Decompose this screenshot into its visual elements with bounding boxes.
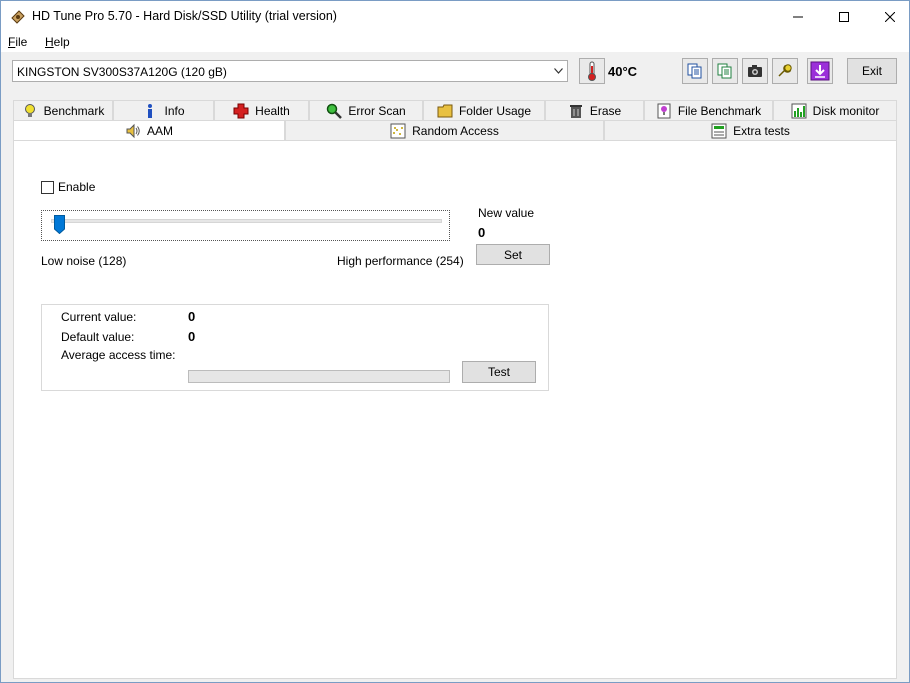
aam-info-box: Current value: 0 Default value: 0 Averag…	[41, 304, 549, 391]
extra-tests-icon	[711, 123, 727, 138]
file-benchmark-icon	[657, 103, 671, 118]
magnifier-icon	[327, 103, 343, 119]
tab-disk-monitor[interactable]: Disk monitor	[773, 100, 897, 120]
enable-checkbox-row[interactable]: Enable	[41, 180, 95, 194]
tab-folder-usage[interactable]: Folder Usage	[423, 100, 545, 120]
set-button[interactable]: Set	[476, 244, 550, 265]
tab-random-access[interactable]: Random Access	[285, 120, 604, 140]
menu-help[interactable]: Help	[45, 35, 70, 49]
aam-slider-body	[44, 213, 447, 238]
download-arrow-icon	[810, 61, 830, 81]
health-cross-icon	[233, 103, 249, 118]
tab-error-scan[interactable]: Error Scan	[309, 100, 423, 120]
copy-info-button[interactable]	[712, 58, 738, 84]
exit-button[interactable]: Exit	[847, 58, 897, 84]
menu-file[interactable]: File	[8, 35, 27, 49]
bulb-icon	[24, 103, 35, 117]
default-value-label: Default value:	[61, 330, 135, 344]
title-bar[interactable]: HD Tune Pro 5.70 - Hard Disk/SSD Utility…	[1, 1, 909, 32]
app-window: HD Tune Pro 5.70 - Hard Disk/SSD Utility…	[0, 0, 910, 683]
current-value-label: Current value:	[61, 310, 137, 324]
aam-slider-track	[51, 219, 442, 223]
trash-icon	[569, 104, 582, 118]
maximize-icon	[839, 11, 849, 22]
window-title: HD Tune Pro 5.70 - Hard Disk/SSD Utility…	[32, 9, 337, 23]
toolbar: KINGSTON SV300S37A120G (120 gB) 40°C Exi…	[1, 52, 909, 92]
average-access-time-label: Average access time:	[61, 348, 176, 362]
info-icon	[148, 103, 153, 118]
aam-panel: Enable Low noise (128) High performance …	[13, 140, 897, 679]
tab-health[interactable]: Health	[214, 100, 309, 120]
test-button[interactable]: Test	[462, 361, 536, 383]
thermometer-icon	[588, 61, 596, 81]
screenshot-button[interactable]	[742, 58, 768, 84]
temperature-button[interactable]	[579, 58, 605, 84]
close-icon	[885, 11, 895, 22]
default-value: 0	[188, 329, 196, 344]
current-value: 0	[188, 309, 196, 324]
tab-benchmark[interactable]: Benchmark	[13, 100, 113, 120]
tab-info[interactable]: Info	[113, 100, 214, 120]
tab-row-1: Benchmark Info Health Error Scan Folder …	[13, 100, 897, 120]
tab-erase[interactable]: Erase	[545, 100, 644, 120]
enable-checkbox[interactable]	[41, 180, 54, 194]
temperature-value: 40°C	[608, 64, 638, 79]
high-performance-label: High performance (254)	[337, 254, 464, 268]
low-noise-label: Low noise (128)	[41, 254, 127, 268]
speaker-icon	[126, 123, 140, 138]
access-time-progress-bar	[188, 370, 450, 383]
disk-monitor-icon	[791, 103, 807, 118]
aam-slider-thumb[interactable]	[54, 215, 65, 234]
folder-icon	[437, 104, 453, 117]
copy-info-icon	[717, 63, 732, 79]
tab-file-benchmark[interactable]: File Benchmark	[644, 100, 773, 120]
drive-select[interactable]: KINGSTON SV300S37A120G (120 gB)	[12, 60, 568, 82]
tab-row-2: AAM Random Access Extra tests	[13, 120, 897, 140]
tab-aam[interactable]: AAM	[13, 120, 285, 140]
save-download-button[interactable]	[807, 58, 833, 84]
options-button[interactable]	[772, 58, 798, 84]
drive-select-value: KINGSTON SV300S37A120G (120 gB)	[17, 65, 227, 79]
aam-slider[interactable]	[41, 210, 450, 241]
minimize-button[interactable]	[775, 1, 821, 32]
minimize-icon	[793, 16, 803, 17]
camera-icon	[748, 65, 762, 77]
new-value-label: New value	[478, 206, 535, 220]
copy-text-icon	[687, 63, 702, 79]
tab-extra-tests[interactable]: Extra tests	[604, 120, 897, 140]
close-button[interactable]	[867, 1, 910, 32]
maximize-button[interactable]	[821, 1, 867, 32]
new-value: 0	[478, 225, 486, 240]
hd-tune-app-icon	[11, 10, 25, 24]
enable-label: Enable	[58, 180, 96, 194]
random-access-icon	[390, 123, 406, 138]
menu-bar: File Help	[1, 32, 909, 52]
copy-text-button[interactable]	[682, 58, 708, 84]
wrench-icon	[778, 64, 792, 77]
chevron-down-icon[interactable]	[550, 61, 567, 81]
